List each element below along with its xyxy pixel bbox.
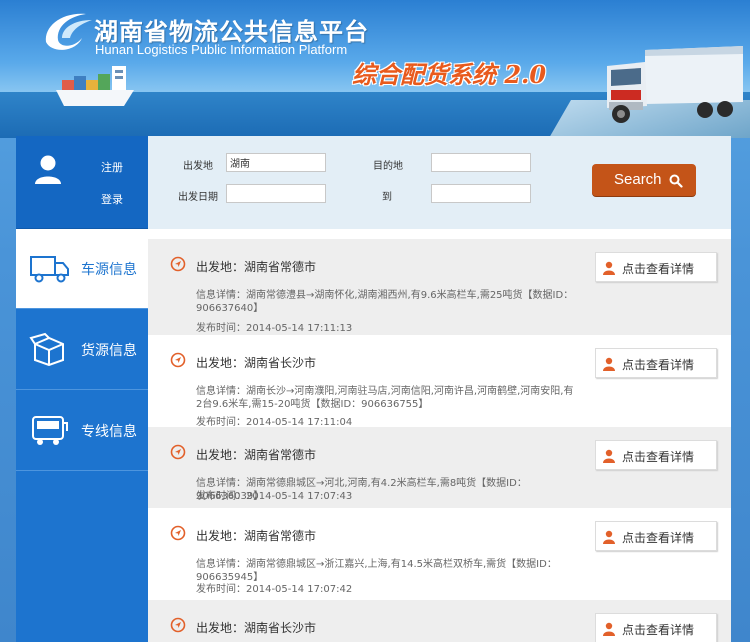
sidebar-item-vehicle-info[interactable]: 车源信息 (16, 229, 148, 309)
logo-icon (45, 13, 92, 50)
sidebar-item-cargo-info[interactable]: 货源信息 (16, 310, 148, 390)
sidebar-item-route-info[interactable]: 专线信息 (16, 391, 148, 471)
departure-date-input[interactable] (226, 184, 326, 203)
site-title-en: Hunan Logistics Public Information Platf… (95, 42, 348, 57)
person-icon (603, 530, 615, 544)
list-item: 出发地：湖南省常德市 点击查看详情 信息详情：湖南常德澧县→湖南怀化,湖南湘西州… (148, 239, 731, 335)
location-pin-icon (170, 444, 186, 460)
view-details-button[interactable]: 点击查看详情 (595, 613, 717, 642)
ship-icon (56, 66, 134, 106)
box-icon (29, 332, 64, 366)
register-link[interactable]: 注册 (101, 159, 123, 175)
publish-time: 发布时间：2014-05-14 17:11:04 (196, 417, 353, 428)
truck-illustration (607, 46, 743, 123)
detail-text: 信息详情：湖南常德澧县→湖南怀化,湖南湘西州,有9.6米高栏车,需25吨货【数据… (196, 290, 574, 314)
publish-time: 发布时间：2014-05-14 17:11:13 (196, 323, 353, 334)
location-pin-icon (170, 617, 186, 633)
view-details-label: 点击查看详情 (622, 450, 695, 464)
publish-time: 发布时间：2014-05-14 17:07:43 (196, 491, 353, 502)
date-to-input[interactable] (431, 184, 531, 203)
sidebar: 注册 登录 车源信息 货源信息 专线信息 (16, 136, 148, 642)
origin-text: 出发地：湖南省长沙市 (196, 356, 317, 370)
list-item: 出发地：湖南省长沙市 点击查看详情 信息详情：湖南长沙→河南濮阳,河南驻马店,河… (148, 335, 731, 428)
view-details-label: 点击查看详情 (622, 262, 695, 276)
date-to-label: 到 (382, 192, 392, 203)
origin-text: 出发地：湖南省常德市 (196, 260, 317, 274)
view-details-button[interactable]: 点击查看详情 (595, 252, 717, 282)
system-title: 综合配货系统 2.0 (352, 60, 547, 89)
view-details-label: 点击查看详情 (622, 623, 695, 637)
list-item: 出发地：湖南省常德市 点击查看详情 信息详情：湖南常德鼎城区→河北,河南,有4.… (148, 427, 731, 508)
view-details-label: 点击查看详情 (622, 531, 695, 545)
location-pin-icon (170, 256, 186, 272)
person-icon (603, 622, 615, 636)
publish-time: 发布时间：2014-05-14 17:07:42 (196, 584, 353, 595)
sidebar-item-label: 车源信息 (81, 262, 137, 278)
detail-text: 信息详情：湖南长沙→河南濮阳,河南驻马店,河南信阳,河南许昌,河南鹤壁,河南安阳… (196, 386, 574, 410)
user-panel: 注册 登录 (16, 136, 148, 229)
origin-label: 出发地 (183, 161, 213, 172)
location-pin-icon (170, 352, 186, 368)
view-details-button[interactable]: 点击查看详情 (595, 521, 717, 551)
search-panel: 出发地 目的地 出发日期 到 Search (148, 136, 731, 229)
departure-date-label: 出发日期 (178, 192, 218, 203)
person-icon (603, 357, 615, 371)
header-banner: 湖南省物流公共信息平台 Hunan Logistics Public Infor… (0, 0, 750, 138)
sidebar-item-label: 专线信息 (81, 424, 137, 440)
person-icon (603, 449, 615, 463)
list-item: 出发地：湖南省常德市 点击查看详情 信息详情：湖南常德鼎城区→浙江嘉兴,上海,有… (148, 508, 731, 598)
view-details-label: 点击查看详情 (622, 358, 695, 372)
bus-icon (32, 416, 68, 445)
origin-text: 出发地：湖南省长沙市 (196, 621, 317, 635)
list-item: 出发地：湖南省长沙市 点击查看详情 (148, 600, 731, 642)
person-icon (603, 261, 615, 275)
vehicle-info-list: 出发地：湖南省常德市 点击查看详情 信息详情：湖南常德澧县→湖南怀化,湖南湘西州… (148, 229, 731, 642)
destination-label: 目的地 (373, 161, 403, 172)
view-details-button[interactable]: 点击查看详情 (595, 440, 717, 470)
search-button-label: Search (614, 171, 662, 188)
search-button[interactable]: Search (592, 164, 696, 196)
login-link[interactable]: 登录 (101, 191, 123, 207)
search-icon (669, 174, 683, 188)
view-details-button[interactable]: 点击查看详情 (595, 348, 717, 378)
origin-input[interactable] (226, 153, 326, 172)
destination-input[interactable] (431, 153, 531, 172)
sidebar-item-label: 货源信息 (81, 343, 137, 359)
origin-text: 出发地：湖南省常德市 (196, 529, 317, 543)
user-icon (35, 155, 61, 184)
origin-text: 出发地：湖南省常德市 (196, 448, 317, 462)
location-pin-icon (170, 525, 186, 541)
truck-icon (30, 256, 69, 283)
